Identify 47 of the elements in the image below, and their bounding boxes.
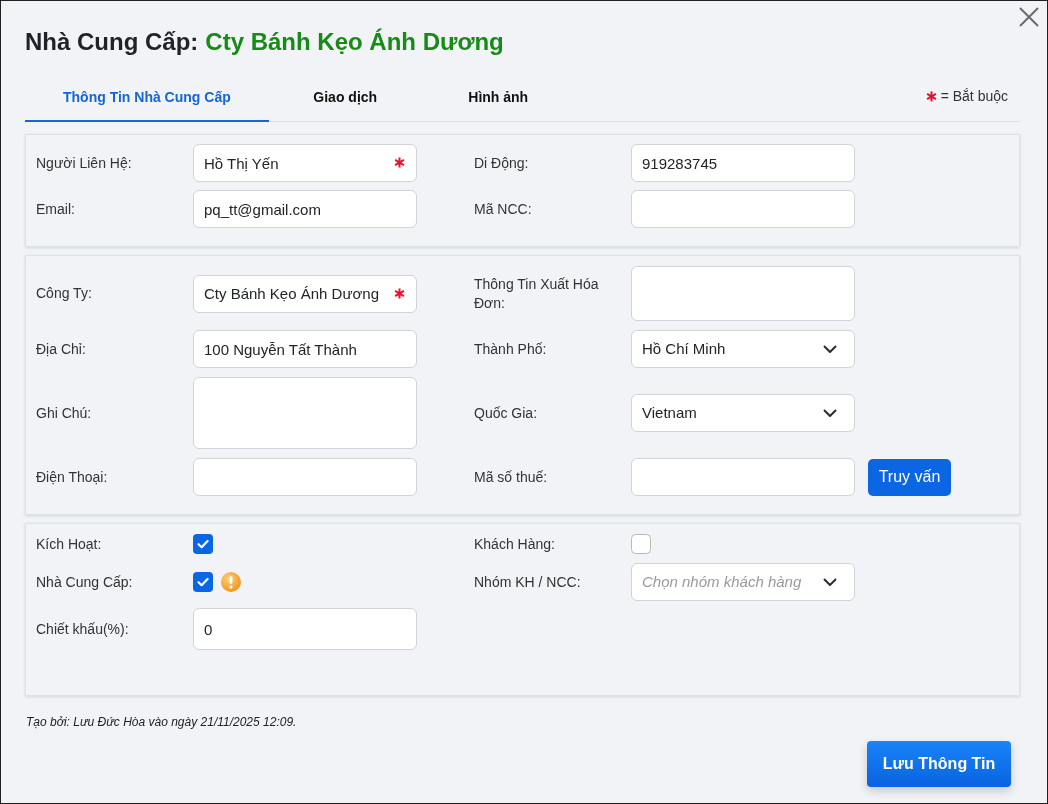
field-label: Nhóm KH / NCC: [474,572,582,592]
input-field[interactable]: Hồ Thị Yến [193,144,417,182]
input-field[interactable]: 919283745 [631,144,855,182]
select-field[interactable]: Hồ Chí Minh [631,330,855,368]
input-field[interactable]: 0 [193,608,417,650]
field-label: Kích Hoạt: [36,534,103,554]
field-label: Thành Phố: [474,339,548,359]
input-field[interactable] [631,458,855,496]
checkbox[interactable] [193,572,213,592]
field-label: Địa Chỉ: [36,339,87,359]
checkbox[interactable] [193,534,213,554]
created-by-note: Tạo bởi: Lưu Đức Hòa vào ngày 21/11/2025 12:09. [26,714,298,731]
close-icon[interactable] [1019,7,1039,27]
field-label: Email: [36,199,76,219]
asterisk-icon [925,91,937,102]
required-note: = Bắt buộc [940,87,1008,106]
save-button[interactable]: Lưu Thông Tin [867,741,1011,787]
input-field[interactable]: pq_tt@gmail.com [193,190,417,228]
field-label: Quốc Gia: [474,403,539,423]
chevron-down-icon [823,409,837,417]
input-field[interactable]: 100 Nguyễn Tất Thành [193,330,417,368]
field-label: Chiết khấu(%): [36,619,130,639]
tab[interactable]: Hình ảnh [421,76,575,122]
tab[interactable]: Giao dịch [268,76,422,122]
field-label: Di Động: [474,153,530,173]
field-label: Mã NCC: [474,199,533,219]
checkbox[interactable] [631,534,651,554]
field-label: Người Liên Hệ: [36,153,133,173]
lookup-button[interactable]: Truy vấn [868,458,951,496]
textarea-field[interactable] [631,266,855,321]
field-label: Nhà Cung Cấp: [36,572,134,592]
field-label: Mã số thuế: [474,467,549,487]
input-field[interactable] [193,458,417,496]
chevron-down-icon [823,578,837,586]
tab[interactable]: Thông Tin Nhà Cung Cấp [25,76,269,122]
field-label: Ghi Chú: [36,403,93,423]
input-field[interactable] [631,190,855,228]
chevron-down-icon [823,345,837,353]
textarea-field[interactable] [193,377,417,449]
select-field[interactable]: Vietnam [631,394,855,432]
field-label: Khách Hàng: [474,534,556,554]
field-label: Điện Thoại: [36,467,109,487]
supplier-name: Cty Bánh Kẹo Ánh Dương [205,27,504,57]
dialog-title: Nhà Cung Cấp: [25,27,199,57]
field-label: Công Ty: [36,284,93,303]
input-field[interactable]: Cty Bánh Kẹo Ánh Dương [193,274,417,313]
field-label: Thông Tin Xuất Hóa Đơn: [474,274,600,313]
